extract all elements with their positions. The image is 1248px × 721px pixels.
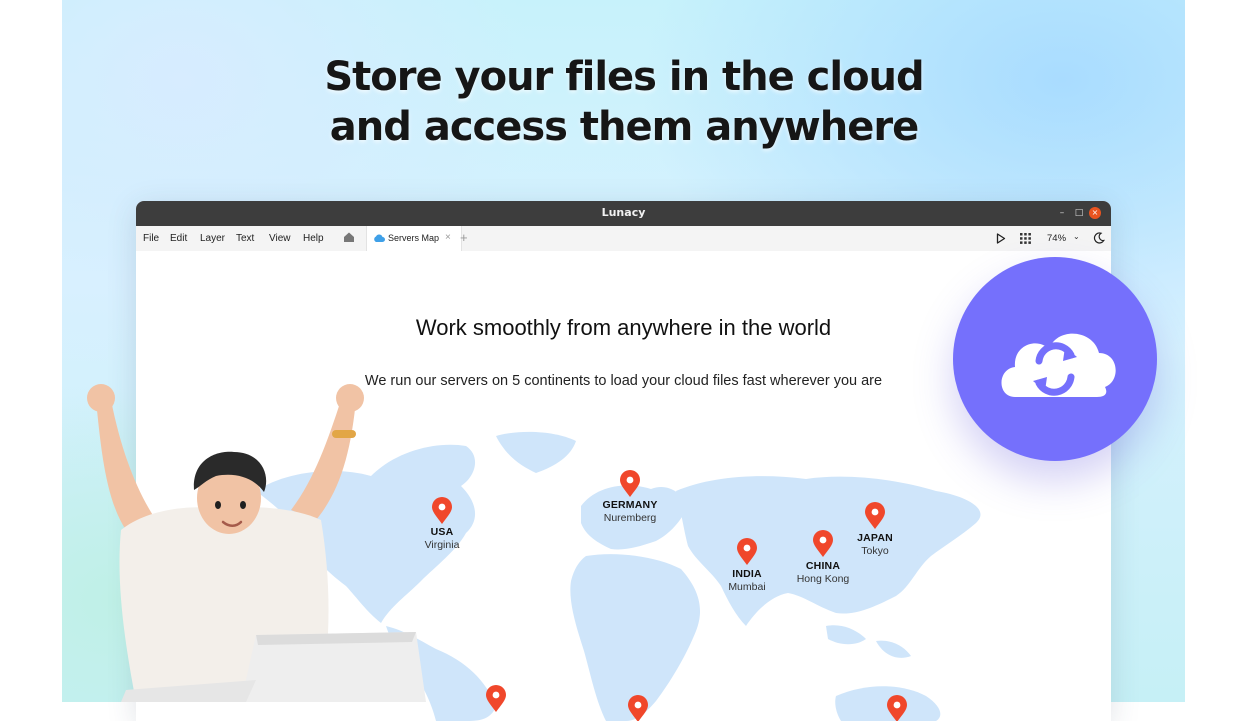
- location-pin-icon[interactable]: [864, 502, 886, 530]
- location-country: GERMANY: [602, 499, 658, 511]
- menu-text[interactable]: Text: [236, 233, 254, 244]
- home-icon[interactable]: [343, 231, 355, 243]
- location-country: CHINA: [805, 560, 841, 572]
- grid-icon[interactable]: [1020, 233, 1031, 244]
- location-city: Nuremberg: [603, 512, 657, 524]
- menu-layer[interactable]: Layer: [200, 233, 225, 244]
- location-country: JAPAN: [857, 532, 893, 544]
- headline-line-1: Store your files in the cloud: [324, 54, 924, 100]
- tab-servers-map[interactable]: Servers Map ×: [366, 226, 462, 251]
- location-pin-icon[interactable]: [736, 538, 758, 566]
- menu-bar: File Edit Layer Text View Help Servers M…: [136, 226, 1111, 252]
- menu-edit[interactable]: Edit: [170, 233, 187, 244]
- location-city: Hong Kong: [796, 573, 850, 585]
- minimize-button[interactable]: –: [1056, 207, 1068, 219]
- new-tab-button[interactable]: +: [460, 230, 468, 245]
- menu-help[interactable]: Help: [303, 233, 324, 244]
- location-label-japan: JAPAN Tokyo: [815, 532, 935, 557]
- location-label-germany: GERMANY Nuremberg: [570, 499, 690, 524]
- celebrating-person-illustration: [87, 384, 426, 702]
- location-pin-icon[interactable]: [886, 695, 908, 721]
- close-button[interactable]: ×: [1089, 207, 1101, 219]
- location-pin-icon[interactable]: [627, 695, 649, 721]
- location-pin-icon[interactable]: [485, 685, 507, 713]
- location-pin-icon[interactable]: [619, 470, 641, 498]
- menu-view[interactable]: View: [269, 233, 291, 244]
- tab-close-button[interactable]: ×: [445, 232, 451, 243]
- cloud-sync-icon: [1001, 333, 1116, 397]
- chevron-down-icon[interactable]: ⌄: [1073, 232, 1080, 241]
- window-titlebar[interactable]: Lunacy – □ ×: [136, 201, 1111, 226]
- moon-icon[interactable]: [1093, 232, 1105, 244]
- cloud-sync-badge: [953, 257, 1157, 461]
- headline-line-2: and access them anywhere: [329, 104, 919, 150]
- cloud-icon: [374, 234, 385, 242]
- menu-file[interactable]: File: [143, 233, 159, 244]
- location-city: Tokyo: [861, 545, 889, 557]
- tab-label: Servers Map: [388, 233, 440, 243]
- maximize-button[interactable]: □: [1073, 207, 1085, 219]
- window-title: Lunacy: [601, 206, 646, 219]
- zoom-level[interactable]: 74%: [1047, 233, 1066, 244]
- location-label-china: CHINA Hong Kong: [763, 560, 883, 585]
- play-icon[interactable]: [996, 233, 1006, 244]
